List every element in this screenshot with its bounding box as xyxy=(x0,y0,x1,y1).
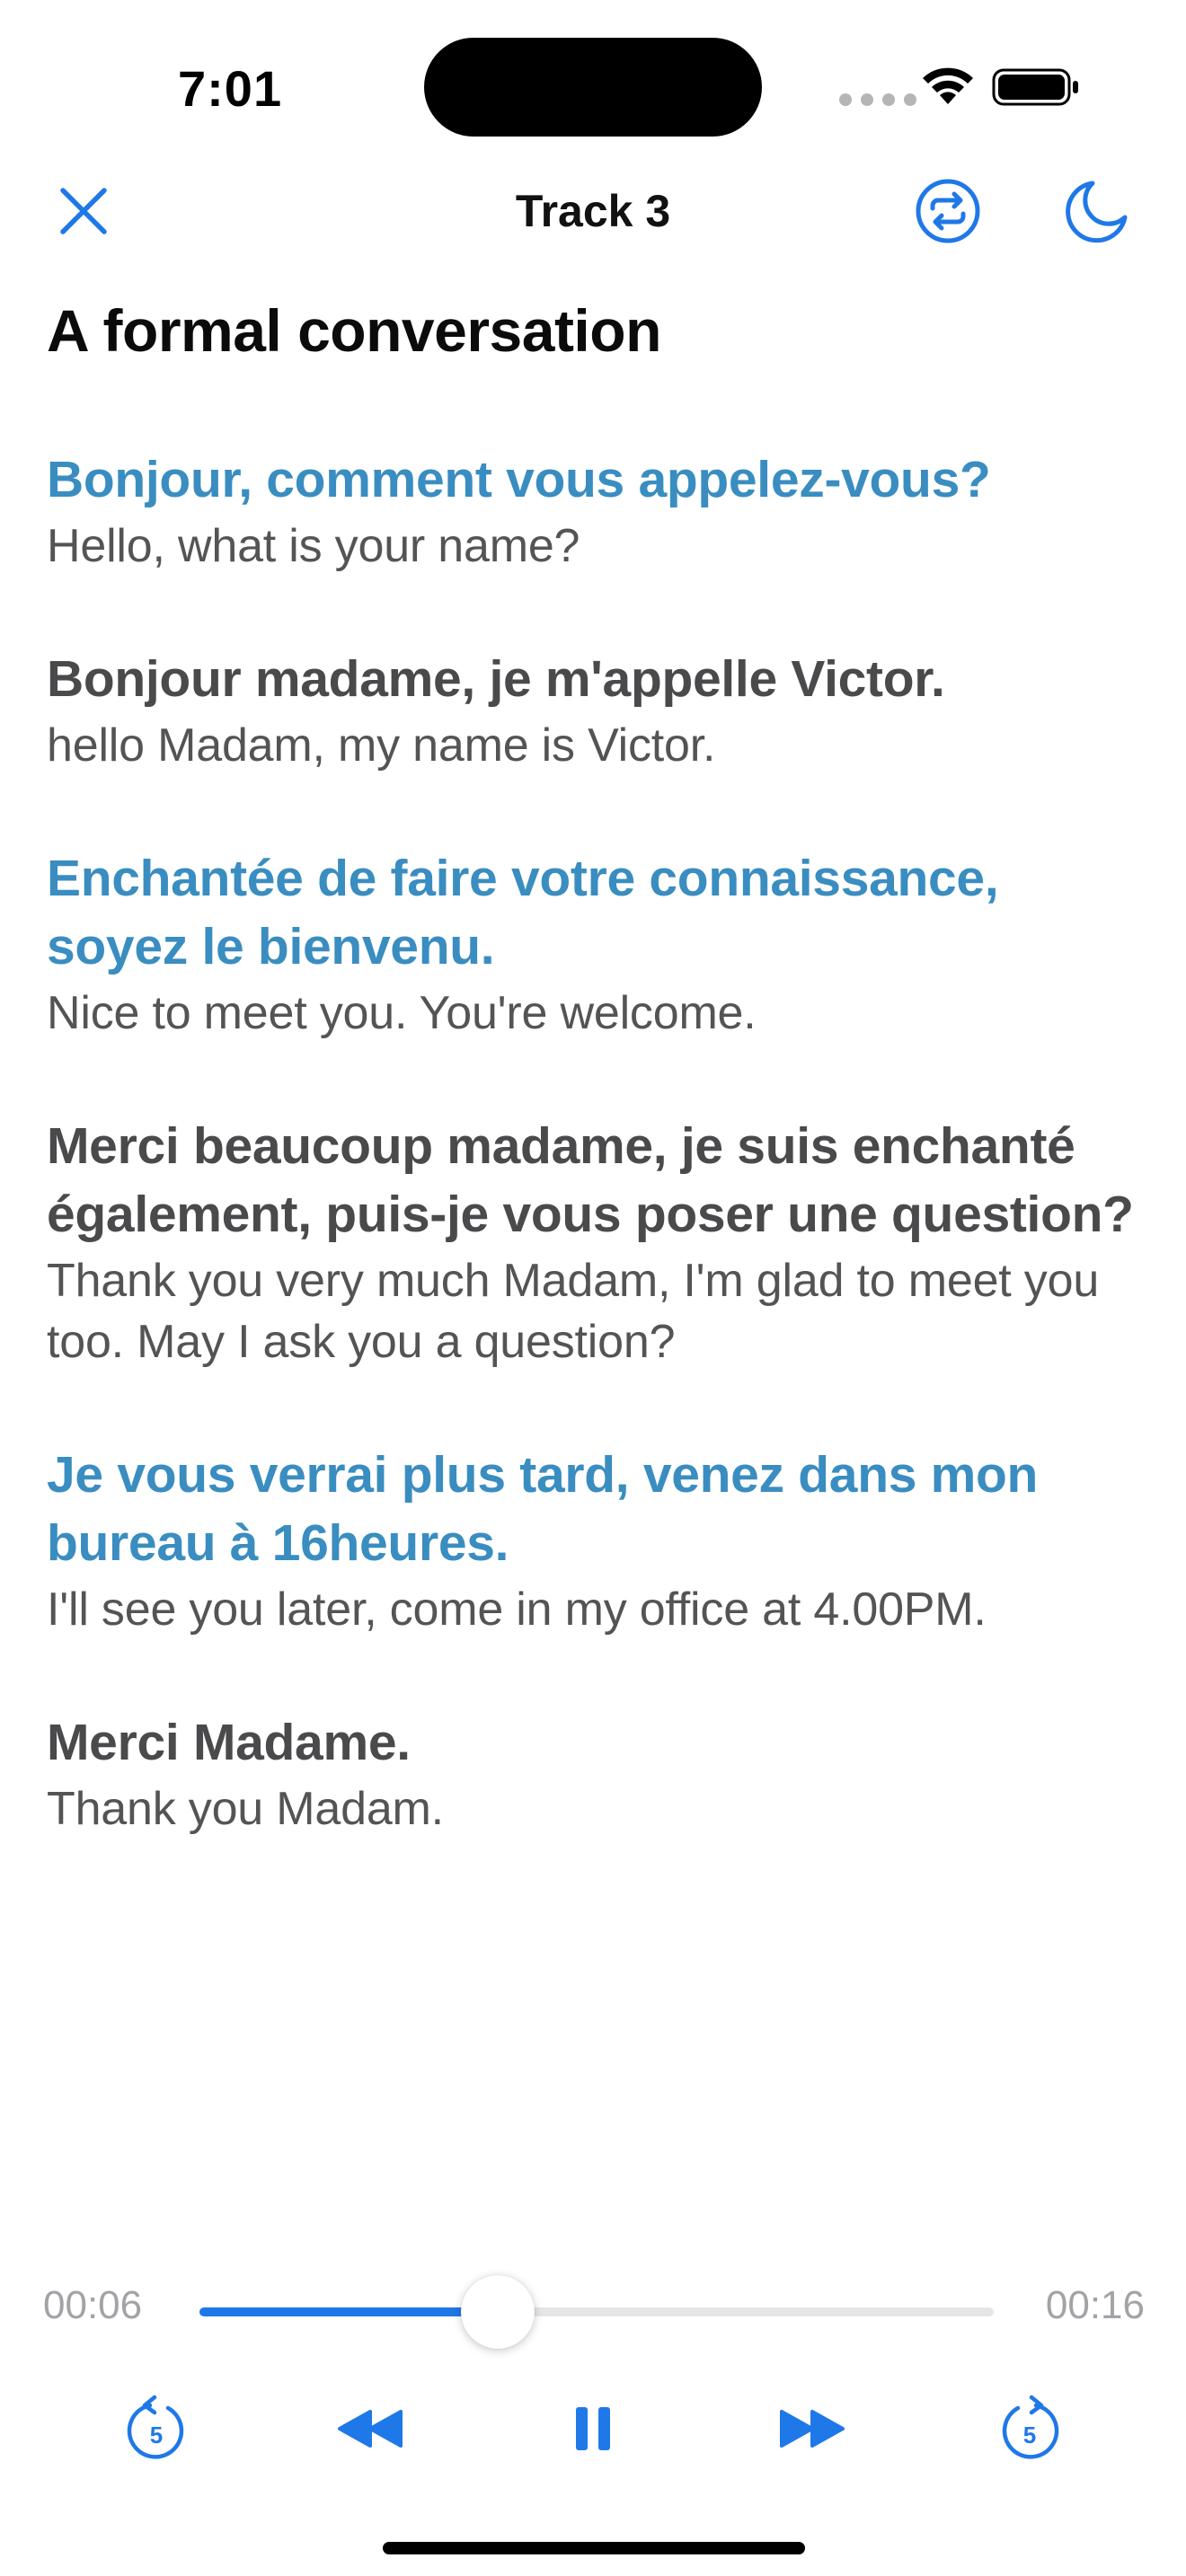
home-indicator xyxy=(383,2542,805,2554)
progress-fill xyxy=(199,2307,498,2316)
skip-back-button[interactable]: 5 xyxy=(113,2386,199,2472)
skip-forward-button[interactable]: 5 xyxy=(987,2386,1073,2472)
english-translation: I'll see you later, come in my office at… xyxy=(47,1584,987,1636)
wifi-icon xyxy=(923,67,973,104)
progress-slider[interactable] xyxy=(199,2307,994,2316)
pause-icon xyxy=(576,2407,610,2450)
rewind-icon xyxy=(338,2410,403,2448)
battery-icon xyxy=(992,68,1078,106)
repeat-icon[interactable] xyxy=(915,178,981,244)
playback-controls: 5 5 xyxy=(0,2386,1186,2472)
lesson-title: A formal conversation xyxy=(47,297,661,364)
english-translation: Thank you Madam. xyxy=(47,1783,444,1835)
status-time: 7:01 xyxy=(178,60,283,117)
svg-text:5: 5 xyxy=(1023,2422,1036,2448)
english-translation: Thank you very much Madam, I'm glad to m… xyxy=(47,1255,1100,1368)
french-line: Bonjour, comment vous appelez-vous? xyxy=(47,451,991,508)
progress-slider-thumb[interactable] xyxy=(461,2275,535,2349)
transcript-line[interactable]: Enchantée de faire votre connaissance, s… xyxy=(47,844,1143,1044)
nav-title: Track 3 xyxy=(515,186,671,236)
transcript-line[interactable]: Bonjour madame, je m'appelle Victor. hel… xyxy=(47,645,1143,776)
skip-forward-5-icon: 5 xyxy=(1002,2395,1059,2459)
moon-icon[interactable] xyxy=(1066,178,1130,244)
skip-back-5-icon: 5 xyxy=(127,2395,184,2459)
french-line: Je vous verrai plus tard, venez dans mon… xyxy=(47,1446,1039,1572)
pause-button[interactable] xyxy=(550,2386,636,2472)
english-translation: hello Madam, my name is Victor. xyxy=(47,719,716,772)
fast-forward-icon xyxy=(780,2410,845,2448)
transcript-line[interactable]: Merci beaucoup madame, je suis enchanté … xyxy=(47,1112,1143,1372)
dynamic-island xyxy=(424,38,762,137)
english-translation: Nice to meet you. You're welcome. xyxy=(47,987,757,1039)
french-line: Merci beaucoup madame, je suis enchanté … xyxy=(47,1117,1134,1243)
total-time: 00:16 xyxy=(1045,2283,1145,2327)
french-line: Merci Madame. xyxy=(47,1714,411,1771)
french-line: Bonjour madame, je m'appelle Victor. xyxy=(47,650,945,708)
svg-text:5: 5 xyxy=(150,2422,163,2448)
french-line: Enchantée de faire votre connaissance, s… xyxy=(47,850,999,975)
cellular-signal-icon xyxy=(839,93,916,106)
english-translation: Hello, what is your name? xyxy=(47,520,580,572)
transcript-line[interactable]: Merci Madame. Thank you Madam. xyxy=(47,1708,1143,1839)
transcript-line[interactable]: Bonjour, comment vous appelez-vous? Hell… xyxy=(47,446,1143,577)
rewind-button[interactable] xyxy=(327,2386,413,2472)
transcript-line[interactable]: Je vous verrai plus tard, venez dans mon… xyxy=(47,1441,1143,1640)
fast-forward-button[interactable] xyxy=(769,2386,855,2472)
transcript: Bonjour, comment vous appelez-vous? Hell… xyxy=(47,446,1143,1908)
elapsed-time: 00:06 xyxy=(43,2283,143,2327)
